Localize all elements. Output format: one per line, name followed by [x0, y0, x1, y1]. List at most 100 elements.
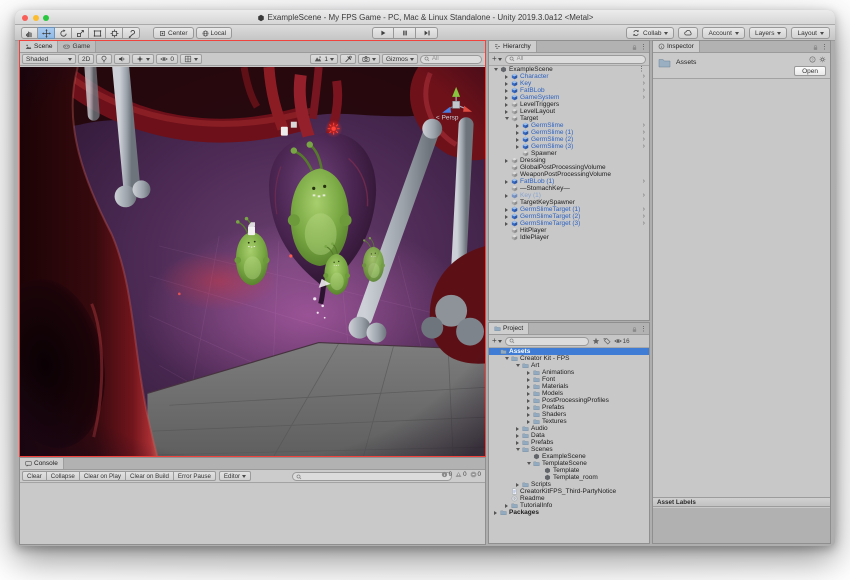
- scene-options-icon[interactable]: ⋮: [638, 66, 647, 73]
- lock-icon[interactable]: [631, 44, 638, 51]
- lock-icon[interactable]: [631, 326, 638, 333]
- prefab-open-arrow[interactable]: ›: [643, 122, 647, 129]
- project-item[interactable]: Shaders: [489, 411, 649, 418]
- project-item[interactable]: Scripts: [489, 481, 649, 488]
- project-item[interactable]: Scenes: [489, 446, 649, 453]
- prefab-open-arrow[interactable]: ›: [643, 206, 647, 213]
- hierarchy-item[interactable]: Target: [489, 115, 649, 122]
- project-item[interactable]: Assets: [489, 348, 649, 355]
- scene-lighting-toggle[interactable]: [96, 54, 113, 64]
- scene-grid-dropdown[interactable]: [179, 54, 202, 64]
- expand-arrow-icon[interactable]: [492, 511, 499, 515]
- hierarchy-item[interactable]: LevelTriggers: [489, 101, 649, 108]
- pivot-mode-button[interactable]: Center: [153, 27, 194, 39]
- gear-icon[interactable]: [819, 56, 826, 63]
- transform-tool[interactable]: [106, 27, 123, 39]
- expand-arrow-icon[interactable]: [503, 504, 510, 508]
- prefab-open-arrow[interactable]: ›: [643, 94, 647, 101]
- project-item[interactable]: CreatorKitFPS_Third-PartyNotice: [489, 488, 649, 495]
- hierarchy-item[interactable]: TargetKeySpawner: [489, 199, 649, 206]
- play-button[interactable]: [372, 27, 394, 39]
- console-editor-dropdown[interactable]: Editor: [218, 471, 252, 481]
- expand-arrow-icon[interactable]: [514, 448, 521, 451]
- custom-tool[interactable]: [123, 27, 140, 39]
- rotate-tool[interactable]: [55, 27, 72, 39]
- project-item[interactable]: Font: [489, 376, 649, 383]
- expand-arrow-icon[interactable]: [503, 208, 510, 212]
- help-icon[interactable]: ?: [809, 56, 816, 63]
- expand-arrow-icon[interactable]: [514, 138, 521, 142]
- lock-icon[interactable]: [812, 44, 819, 51]
- expand-arrow-icon[interactable]: [514, 441, 521, 445]
- project-item[interactable]: PostProcessingProfiles: [489, 397, 649, 404]
- prefab-open-arrow[interactable]: ›: [643, 143, 647, 150]
- step-button[interactable]: [416, 27, 438, 39]
- expand-arrow-icon[interactable]: [525, 392, 532, 396]
- project-item[interactable]: Packages: [489, 509, 649, 516]
- hierarchy-item[interactable]: FatBLob ›: [489, 87, 649, 94]
- toggle-2d-button[interactable]: 2D: [78, 54, 95, 64]
- panel-menu-icon[interactable]: ⋮: [640, 326, 647, 333]
- hierarchy-search-input[interactable]: All: [504, 54, 646, 64]
- hidden-packages-toggle[interactable]: 16: [613, 337, 630, 345]
- prefab-open-arrow[interactable]: ›: [643, 213, 647, 220]
- hierarchy-item[interactable]: FatBLob (1) ›: [489, 178, 649, 185]
- hierarchy-item[interactable]: Dressing: [489, 157, 649, 164]
- project-search-input[interactable]: [504, 336, 589, 346]
- expand-arrow-icon[interactable]: [525, 371, 532, 375]
- scale-tool[interactable]: [72, 27, 89, 39]
- view-gizmo-label[interactable]: < Persp: [436, 115, 459, 122]
- hierarchy-item[interactable]: Key (1) ›: [489, 192, 649, 199]
- expand-arrow-icon[interactable]: [503, 110, 510, 114]
- expand-arrow-icon[interactable]: [503, 89, 510, 93]
- handle-space-button[interactable]: Local: [195, 27, 233, 39]
- project-item[interactable]: Models: [489, 390, 649, 397]
- scene-viewport[interactable]: < Persp: [20, 67, 485, 456]
- info-count-badge[interactable]: 0: [441, 471, 452, 478]
- expand-arrow-icon[interactable]: [525, 378, 532, 382]
- tab-scene[interactable]: Scene: [20, 41, 59, 52]
- expand-arrow-icon[interactable]: [514, 124, 521, 128]
- hierarchy-item[interactable]: —StomachKey—: [489, 185, 649, 192]
- project-item[interactable]: Materials: [489, 383, 649, 390]
- project-item[interactable]: Textures: [489, 418, 649, 425]
- project-item[interactable]: Creator Kit - FPS: [489, 355, 649, 362]
- prefab-open-arrow[interactable]: ›: [643, 178, 647, 185]
- expand-arrow-icon[interactable]: [525, 420, 532, 424]
- expand-arrow-icon[interactable]: [525, 399, 532, 403]
- label-tag-icon[interactable]: [603, 337, 611, 345]
- project-item[interactable]: TutorialInfo: [489, 502, 649, 509]
- expand-arrow-icon[interactable]: [503, 194, 510, 198]
- scene-search-input[interactable]: All: [420, 54, 482, 64]
- hierarchy-item[interactable]: GermSlime (1) ›: [489, 129, 649, 136]
- rect-tool[interactable]: [89, 27, 106, 39]
- hierarchy-item[interactable]: GlobalPostProcessingVolume: [489, 164, 649, 171]
- console-error-pause-button[interactable]: Error Pause: [173, 471, 216, 481]
- hierarchy-item[interactable]: GermSlimeTarget (2) ›: [489, 213, 649, 220]
- tab-project[interactable]: Project: [489, 323, 530, 334]
- expand-arrow-icon[interactable]: [503, 96, 510, 100]
- project-item[interactable]: ExampleScene: [489, 453, 649, 460]
- prefab-open-arrow[interactable]: ›: [643, 192, 647, 199]
- tab-console[interactable]: Console: [20, 458, 64, 469]
- tab-game[interactable]: Game: [58, 41, 97, 52]
- prefab-open-arrow[interactable]: ›: [643, 136, 647, 143]
- project-item[interactable]: Data: [489, 432, 649, 439]
- hierarchy-item[interactable]: Key ›: [489, 80, 649, 87]
- expand-arrow-icon[interactable]: [525, 413, 532, 417]
- prefab-open-arrow[interactable]: ›: [643, 80, 647, 87]
- hand-tool[interactable]: [21, 27, 38, 39]
- scene-camera-dropdown[interactable]: [357, 54, 380, 64]
- tab-inspector[interactable]: Inspector: [653, 41, 700, 52]
- hierarchy-item[interactable]: GermSlime ›: [489, 122, 649, 129]
- console-search-input[interactable]: [292, 472, 452, 481]
- draw-mode-dropdown[interactable]: Shaded: [22, 54, 76, 64]
- expand-arrow-icon[interactable]: [514, 145, 521, 149]
- pause-button[interactable]: [394, 27, 416, 39]
- hierarchy-item[interactable]: GermSlimeTarget (1) ›: [489, 206, 649, 213]
- expand-arrow-icon[interactable]: [503, 222, 510, 226]
- prefab-open-arrow[interactable]: ›: [643, 73, 647, 80]
- hierarchy-item[interactable]: GermSlimeTarget (3) ›: [489, 220, 649, 227]
- expand-arrow-icon[interactable]: [503, 159, 510, 163]
- collab-dropdown[interactable]: Collab: [626, 27, 675, 39]
